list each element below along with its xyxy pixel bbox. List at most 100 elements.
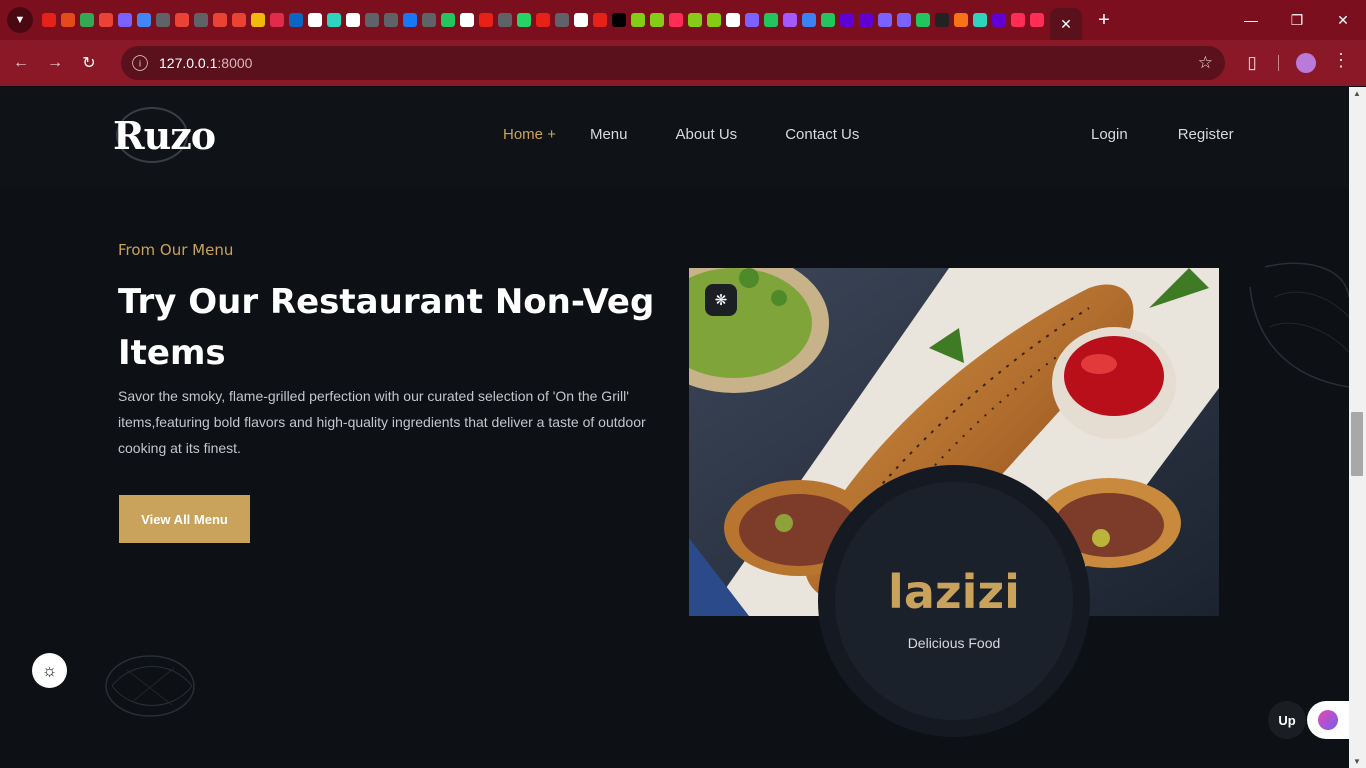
site-info-icon[interactable]: i [132, 55, 148, 71]
view-all-menu-button[interactable]: View All Menu [119, 495, 250, 543]
favicon-icon [193, 13, 208, 27]
pinned-tab-31[interactable] [628, 5, 647, 35]
pinned-tab-0[interactable] [39, 5, 58, 35]
pinned-tab-22[interactable] [457, 5, 476, 35]
minimize-icon[interactable]: — [1228, 0, 1274, 40]
decorative-fish-sketch-icon [105, 655, 195, 717]
pinned-tab-38[interactable] [761, 5, 780, 35]
pinned-tab-27[interactable] [552, 5, 571, 35]
favicon-icon [136, 13, 151, 27]
pinned-tab-41[interactable] [818, 5, 837, 35]
pinned-tab-6[interactable] [153, 5, 172, 35]
favicon-icon [440, 13, 455, 27]
close-window-icon[interactable]: ✕ [1320, 0, 1366, 40]
pinned-tab-28[interactable] [571, 5, 590, 35]
favicon-icon [269, 13, 284, 27]
pinned-tab-17[interactable] [362, 5, 381, 35]
pinned-tab-36[interactable] [723, 5, 742, 35]
site-logo[interactable]: Ruzo [113, 113, 216, 158]
url-text[interactable]: 127.0.0.1:8000 [159, 55, 252, 71]
pinned-tab-29[interactable] [590, 5, 609, 35]
nav-home-label: Home [503, 126, 544, 143]
upwork-button[interactable]: Up [1268, 701, 1306, 739]
pinned-tab-45[interactable] [894, 5, 913, 35]
pinned-tab-34[interactable] [685, 5, 704, 35]
pinned-tab-13[interactable] [286, 5, 305, 35]
extensions-puzzle-icon[interactable]: ▯ [1240, 51, 1264, 75]
ai-assistant-brain-icon[interactable] [1307, 701, 1349, 739]
pinned-tabs [39, 5, 1046, 35]
pinned-tab-19[interactable] [400, 5, 419, 35]
pinned-tab-11[interactable] [248, 5, 267, 35]
favicon-icon [915, 13, 930, 27]
page-scrollbar[interactable]: ▲ ▼ [1349, 87, 1366, 768]
scroll-up-icon[interactable]: ▲ [1353, 89, 1361, 98]
pinned-tab-9[interactable] [210, 5, 229, 35]
pinned-tab-52[interactable] [1027, 5, 1046, 35]
profile-avatar[interactable] [1296, 53, 1316, 73]
nav-menu[interactable]: Menu [590, 126, 628, 143]
pinned-tab-33[interactable] [666, 5, 685, 35]
pinned-tab-47[interactable] [932, 5, 951, 35]
pinned-tab-39[interactable] [780, 5, 799, 35]
back-arrow-left-icon[interactable]: ← [4, 46, 38, 80]
pinned-tab-37[interactable] [742, 5, 761, 35]
pinned-tab-5[interactable] [134, 5, 153, 35]
restore-icon[interactable]: ❐ [1274, 0, 1320, 40]
pinned-tab-25[interactable] [514, 5, 533, 35]
pinned-tab-18[interactable] [381, 5, 400, 35]
site-header: Ruzo Home + Menu About Us Contact Us Log… [0, 87, 1349, 187]
pinned-tab-32[interactable] [647, 5, 666, 35]
pinned-tab-15[interactable] [324, 5, 343, 35]
favicon-icon [839, 13, 854, 27]
scroll-thumb[interactable] [1351, 412, 1363, 476]
pinned-tab-20[interactable] [419, 5, 438, 35]
pinned-tab-12[interactable] [267, 5, 286, 35]
page-viewport: Ruzo Home + Menu About Us Contact Us Log… [0, 87, 1349, 768]
nav-contact-us[interactable]: Contact Us [785, 126, 859, 143]
register-link[interactable]: Register [1178, 126, 1234, 143]
pinned-tab-8[interactable] [191, 5, 210, 35]
pinned-tab-10[interactable] [229, 5, 248, 35]
theme-toggle-sun-icon[interactable]: ☼ [32, 653, 67, 688]
pinned-tab-2[interactable] [77, 5, 96, 35]
forward-arrow-right-icon[interactable]: → [38, 46, 72, 80]
pinned-tab-24[interactable] [495, 5, 514, 35]
auth-links: Login Register [1091, 126, 1234, 143]
pinned-tab-42[interactable] [837, 5, 856, 35]
pinned-tab-16[interactable] [343, 5, 362, 35]
tab-search-chevron-down-icon[interactable]: ▼ [7, 7, 33, 33]
favicon-icon [630, 13, 645, 27]
new-tab-button[interactable]: + [1090, 6, 1118, 34]
browser-menu-kebab-icon[interactable]: ⋮ [1332, 50, 1350, 71]
pinned-tab-48[interactable] [951, 5, 970, 35]
favicon-icon [79, 13, 94, 27]
address-bar[interactable]: i 127.0.0.1:8000 ☆ [121, 46, 1225, 80]
pinned-tab-40[interactable] [799, 5, 818, 35]
nav-about-us[interactable]: About Us [675, 126, 737, 143]
pinned-tab-14[interactable] [305, 5, 324, 35]
active-tab-close-icon[interactable]: ✕ [1050, 8, 1082, 40]
pinned-tab-50[interactable] [989, 5, 1008, 35]
pinned-tab-46[interactable] [913, 5, 932, 35]
pinned-tab-51[interactable] [1008, 5, 1027, 35]
pinned-tab-43[interactable] [856, 5, 875, 35]
scroll-down-icon[interactable]: ▼ [1353, 757, 1361, 766]
pinned-tab-21[interactable] [438, 5, 457, 35]
login-link[interactable]: Login [1091, 126, 1128, 143]
pinned-tab-23[interactable] [476, 5, 495, 35]
pinned-tab-3[interactable] [96, 5, 115, 35]
reload-icon[interactable]: ↻ [72, 46, 106, 80]
favicon-icon [896, 13, 911, 27]
pinned-tab-30[interactable] [609, 5, 628, 35]
pinned-tab-7[interactable] [172, 5, 191, 35]
nav-home[interactable]: Home + [503, 126, 556, 143]
pinned-tab-49[interactable] [970, 5, 989, 35]
image-badge-icon[interactable]: ❋ [705, 284, 737, 316]
pinned-tab-1[interactable] [58, 5, 77, 35]
bookmark-star-icon[interactable]: ☆ [1198, 53, 1213, 73]
pinned-tab-35[interactable] [704, 5, 723, 35]
pinned-tab-4[interactable] [115, 5, 134, 35]
pinned-tab-44[interactable] [875, 5, 894, 35]
pinned-tab-26[interactable] [533, 5, 552, 35]
